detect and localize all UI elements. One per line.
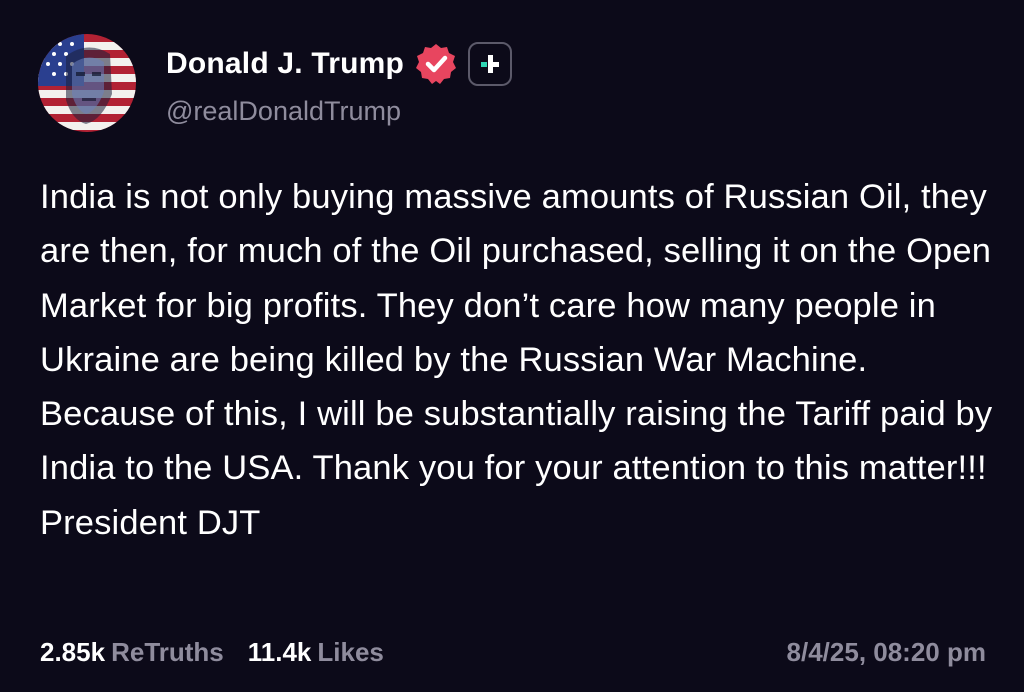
verified-badge-icon [414, 42, 458, 86]
post-header: Donald J. Trump @realDonaldTrump [38, 34, 513, 134]
retruths-stat[interactable]: 2.85k ReTruths [40, 637, 224, 668]
retruths-label: ReTruths [111, 636, 224, 667]
likes-label: Likes [317, 636, 384, 667]
post-timestamp[interactable]: 8/4/25, 08:20 pm [787, 637, 986, 668]
avatar-flag-portrait-icon [38, 34, 136, 132]
author-display-name[interactable]: Donald J. Trump [166, 47, 404, 81]
name-row: Donald J. Trump [166, 42, 513, 86]
likes-count: 11.4k [247, 636, 312, 667]
post-card: Donald J. Trump @realDonaldTrump India i… [0, 0, 1024, 692]
avatar[interactable] [38, 34, 136, 132]
plus-badge-icon[interactable] [468, 42, 513, 86]
post-body-text: India is not only buying massive amounts… [40, 178, 993, 542]
post-footer: 2.85k ReTruths 11.4k Likes 8/4/25, 08:20… [40, 634, 986, 670]
retruths-count: 2.85k [40, 636, 106, 667]
author-handle[interactable]: @realDonaldTrump [166, 96, 512, 127]
likes-stat[interactable]: 11.4k Likes [248, 637, 384, 668]
author-info: Donald J. Trump @realDonaldTrump [166, 42, 513, 127]
